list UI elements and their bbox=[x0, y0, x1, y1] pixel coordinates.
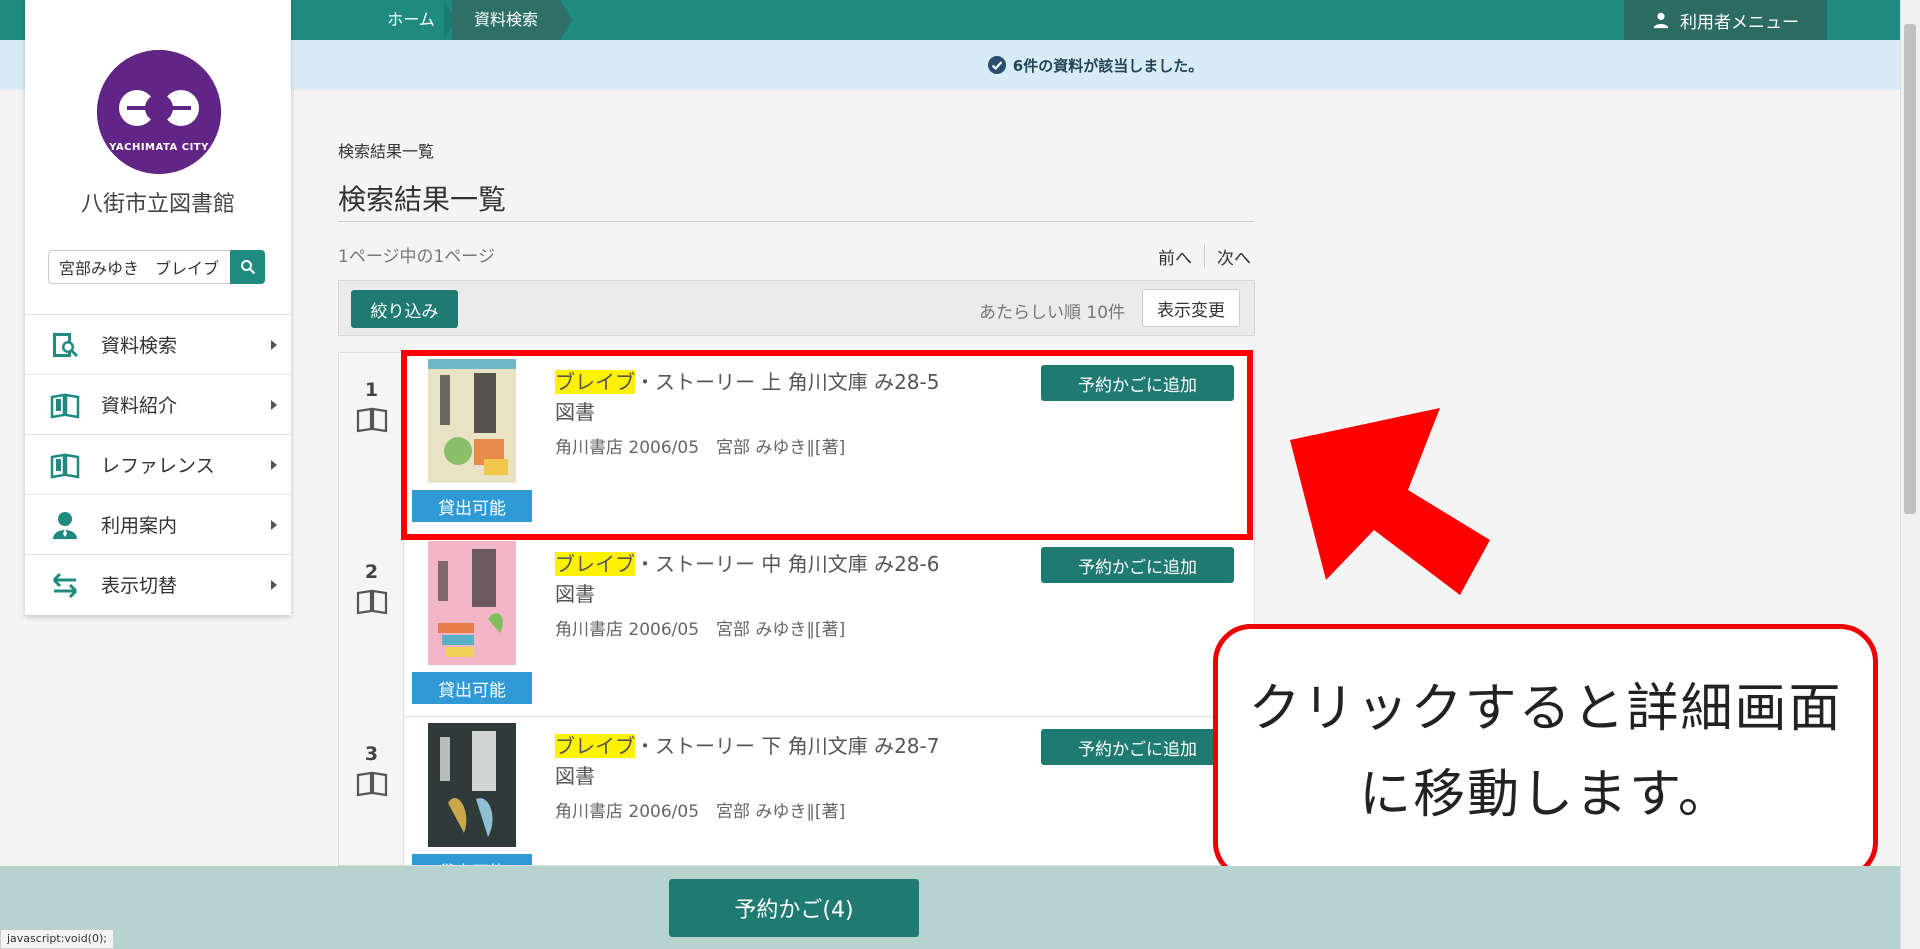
callout-line-2: に移動します。 bbox=[1359, 765, 1732, 825]
search-input[interactable] bbox=[48, 250, 230, 284]
search-term-highlight: ブレイブ bbox=[555, 552, 635, 576]
bottom-bar bbox=[0, 866, 1900, 949]
sidebar-item-reference[interactable]: レファレンス bbox=[25, 434, 291, 494]
result-row[interactable]: 3 貸出可能 ブレイブ・ストーリー 下 角川文庫 み28-7 図書 bbox=[339, 717, 1254, 865]
sidebar-item-usage-guide[interactable]: 利用案内 bbox=[25, 494, 291, 554]
availability-badge: 貸出可能 bbox=[412, 672, 532, 704]
sort-order-text[interactable]: あたらしい順 10件 bbox=[979, 298, 1125, 323]
instruction-callout: クリックすると詳細画面 に移動します。 bbox=[1213, 624, 1878, 880]
highlight-frame bbox=[401, 350, 1253, 540]
sidebar-item-label: 利用案内 bbox=[101, 515, 178, 537]
sidebar-item-label: 資料紹介 bbox=[101, 395, 178, 417]
page: ホーム 資料検索 利用者メニュー 6件の資料が該当しました。 YACHIMATA… bbox=[0, 0, 1920, 949]
city-logo: YACHIMATA CITY bbox=[97, 50, 221, 174]
breadcrumb-current: 資料検索 bbox=[452, 0, 560, 40]
sidebar-item-label: 表示切替 bbox=[101, 575, 178, 597]
add-to-reservation-button[interactable]: 予約かごに追加 bbox=[1041, 729, 1234, 765]
pager-divider bbox=[1204, 244, 1205, 268]
sidebar-item-label: レファレンス bbox=[101, 455, 215, 477]
result-number-column: 2 bbox=[339, 535, 404, 717]
book-icon bbox=[356, 771, 388, 797]
next-page-link[interactable]: 次へ bbox=[1217, 244, 1251, 269]
breadcrumb-separator bbox=[560, 0, 572, 40]
chevron-right-icon bbox=[271, 520, 277, 530]
open-book-icon bbox=[49, 449, 81, 481]
page-breadcrumb-text: 検索結果一覧 bbox=[338, 142, 435, 161]
add-to-reservation-button[interactable]: 予約かごに追加 bbox=[1041, 547, 1234, 583]
sidebar-item-display-switch[interactable]: 表示切替 bbox=[25, 554, 291, 614]
book-meta: 角川書店 2006/05 宮部 みゆき∥[著] bbox=[555, 620, 846, 640]
book-title-link[interactable]: ブレイブ・ストーリー 下 角川文庫 み28-7 図書 bbox=[555, 731, 955, 791]
city-emblem-icon bbox=[97, 50, 221, 174]
result-number: 3 bbox=[364, 743, 379, 765]
result-number-column: 1 bbox=[339, 353, 404, 535]
open-book-icon bbox=[49, 389, 81, 421]
display-change-button[interactable]: 表示変更 bbox=[1142, 289, 1240, 327]
book-cover-art-icon bbox=[428, 723, 516, 847]
chevron-right-icon bbox=[271, 460, 277, 470]
library-name: 八街市立図書館 bbox=[80, 192, 235, 217]
availability-badge: 貸出可能 bbox=[412, 854, 532, 865]
person-icon bbox=[49, 509, 81, 541]
search-icon bbox=[240, 260, 255, 275]
book-icon bbox=[356, 407, 388, 433]
user-icon bbox=[1653, 12, 1669, 29]
result-toolbar: 絞り込み あたらしい順 10件 表示変更 bbox=[338, 280, 1255, 336]
book-cover-image[interactable] bbox=[428, 723, 516, 847]
book-title-link[interactable]: ブレイブ・ストーリー 中 角川文庫 み28-6 図書 bbox=[555, 549, 955, 609]
chevron-right-icon bbox=[271, 340, 277, 350]
search-button[interactable] bbox=[230, 250, 265, 284]
notice-text: 6件の資料が該当しました。 bbox=[1012, 56, 1204, 75]
check-circle-icon bbox=[987, 56, 1006, 74]
chevron-right-icon bbox=[271, 580, 277, 590]
chevron-right-icon bbox=[271, 400, 277, 410]
swap-arrows-icon bbox=[49, 569, 81, 601]
status-bar-url: javascript:void(0); bbox=[0, 929, 114, 949]
pointer-arrow-icon bbox=[1290, 408, 1490, 595]
user-menu-button[interactable]: 利用者メニュー bbox=[1624, 0, 1827, 40]
reservation-cart-button[interactable]: 予約かご(4) bbox=[669, 879, 919, 937]
book-icon bbox=[356, 589, 388, 615]
result-row[interactable]: 2 貸出可能 ブレイブ・ストーリー 中 角川文庫 み28-6 図書 角川書店 2… bbox=[339, 535, 1254, 717]
result-number: 2 bbox=[364, 561, 379, 583]
book-cover-art-icon bbox=[428, 541, 516, 665]
callout-line-1: クリックすると詳細画面 bbox=[1248, 679, 1843, 739]
sidebar-item-material-search[interactable]: 資料検索 bbox=[25, 314, 291, 374]
logo-text: YACHIMATA CITY bbox=[109, 142, 209, 153]
sidebar-item-material-intro[interactable]: 資料紹介 bbox=[25, 374, 291, 434]
user-menu-label: 利用者メニュー bbox=[1680, 12, 1799, 33]
pager: 前へ 次へ bbox=[1158, 244, 1251, 269]
book-meta: 角川書店 2006/05 宮部 みゆき∥[著] bbox=[555, 802, 846, 822]
title-divider bbox=[338, 221, 1255, 222]
sidebar-nav: 資料検索 資料紹介 レファレンス 利用案内 表示切替 bbox=[25, 314, 291, 614]
sidebar: YACHIMATA CITY 八街市立図書館 資料検索 資料紹介 bbox=[25, 0, 291, 615]
result-number-column: 3 bbox=[339, 717, 404, 865]
sidebar-item-label: 資料検索 bbox=[101, 335, 178, 357]
book-search-icon bbox=[49, 329, 81, 361]
breadcrumb-home-link[interactable]: ホーム bbox=[376, 0, 446, 40]
scrollbar-thumb[interactable] bbox=[1904, 24, 1916, 514]
page-title: 検索結果一覧 bbox=[338, 183, 507, 216]
result-number: 1 bbox=[364, 379, 379, 401]
page-count: 1ページ中の1ページ bbox=[338, 247, 495, 267]
prev-page-link[interactable]: 前へ bbox=[1158, 244, 1192, 269]
search-term-highlight: ブレイブ bbox=[555, 734, 635, 758]
book-cover-image[interactable] bbox=[428, 541, 516, 665]
filter-button[interactable]: 絞り込み bbox=[351, 290, 458, 328]
